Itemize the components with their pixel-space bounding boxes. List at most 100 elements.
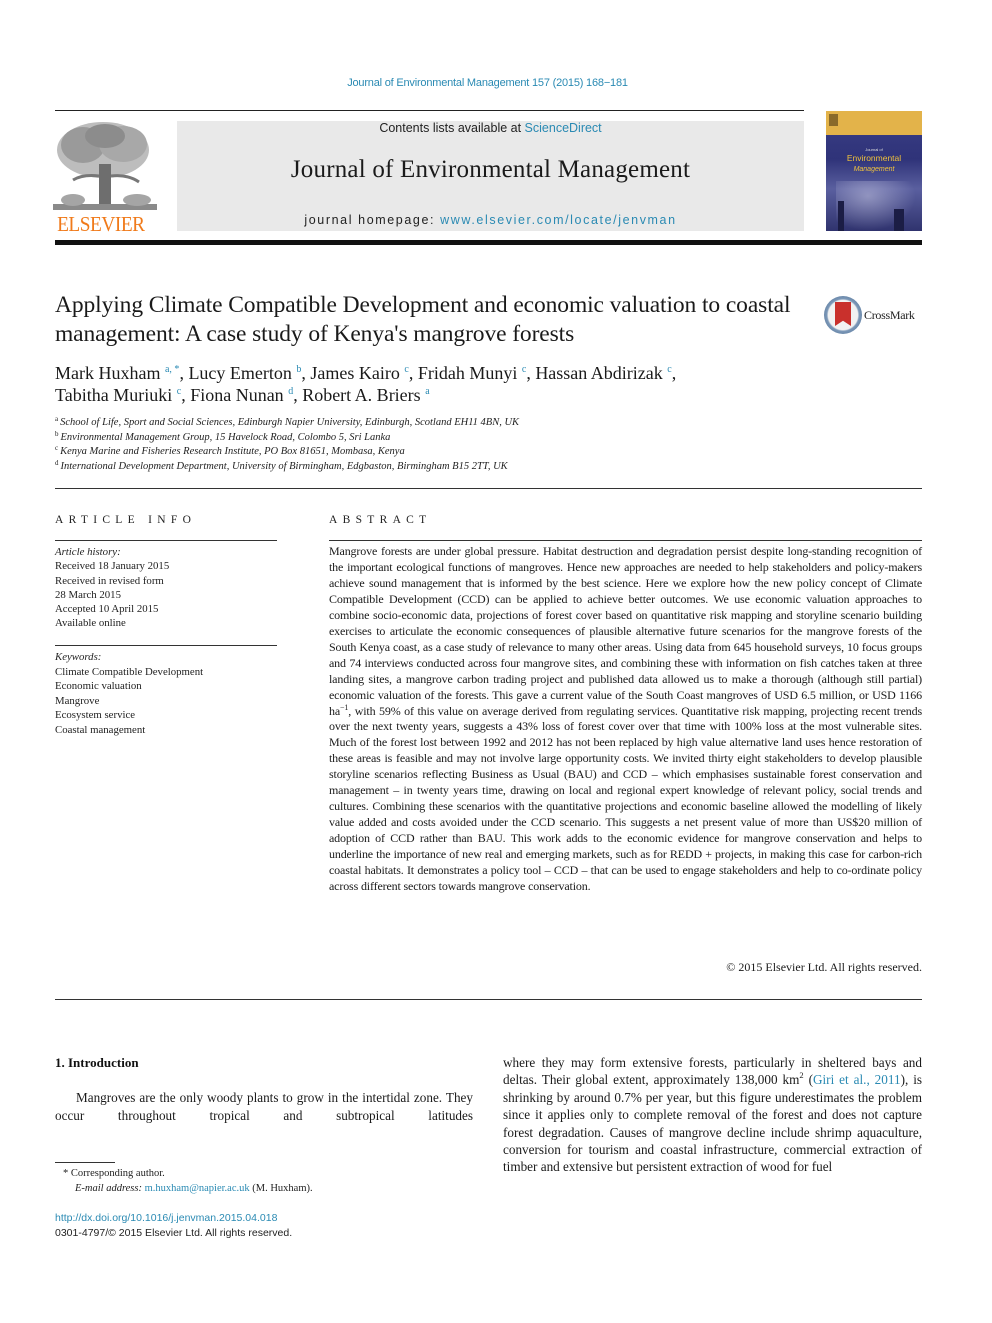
author-affiliation-marker[interactable]: a, * — [165, 364, 179, 375]
issn-copyright: 0301-4797/© 2015 Elsevier Ltd. All right… — [55, 1227, 293, 1239]
footnote-rule — [55, 1162, 115, 1163]
elsevier-tree-icon — [53, 120, 157, 212]
cover-title: Journal of Environmental Management — [826, 147, 922, 175]
author-name[interactable]: Mark Huxham — [55, 363, 160, 383]
abstract-text: Mangrove forests are under global pressu… — [329, 544, 922, 895]
affiliation-text: School of Life, Sport and Social Science… — [60, 417, 520, 428]
abstract-heading: ABSTRACT — [329, 514, 432, 526]
author-name[interactable]: Hassan Abdirizak — [535, 363, 662, 383]
keyword: Mangrove — [55, 694, 100, 707]
keyword: Ecosystem service — [55, 709, 136, 721]
keywords-label: Keywords: — [55, 651, 102, 663]
affiliation: a School of Life, Sport and Social Scienc… — [55, 416, 755, 431]
abstract-copyright: © 2015 Elsevier Ltd. All rights reserved… — [726, 960, 922, 974]
homepage-link[interactable]: www.elsevier.com/locate/jenvman — [440, 213, 676, 227]
email-label: E-mail address: — [75, 1183, 145, 1194]
author-name[interactable]: James Kairo — [310, 363, 399, 383]
affiliation: c Kenya Marine and Fisheries Research Ins… — [55, 445, 755, 460]
crossmark-label: CrossMark — [864, 308, 915, 322]
footnotes: * Corresponding author. E-mail address: … — [55, 1166, 475, 1196]
introduction-right-column: where they may form extensive forests, p… — [503, 1054, 922, 1176]
history-item: Received in revised form — [55, 574, 164, 587]
author-name[interactable]: Fiona Nunan — [190, 385, 284, 405]
homepage-prefix: journal homepage: — [304, 213, 441, 227]
affiliation-list: a School of Life, Sport and Social Scienc… — [55, 416, 755, 474]
header-top-rule — [55, 110, 804, 111]
cover-chimney-graphic — [838, 201, 844, 231]
author[interactable]: James Kairo c — [310, 363, 408, 383]
introduction-text-part: ( — [803, 1072, 813, 1088]
introduction-paragraph: Mangroves are the only woody plants to g… — [55, 1090, 473, 1123]
email-suffix: (M. Huxham). — [249, 1183, 313, 1194]
cover-band — [826, 111, 922, 135]
cover-smoke-graphic — [836, 181, 916, 231]
history-item: Accepted 10 April 2015 — [55, 603, 159, 616]
affiliation-key: d — [55, 458, 59, 467]
author[interactable]: Robert A. Briers a — [302, 385, 429, 405]
author-separator: , — [408, 363, 418, 383]
affiliation-text: International Development Department, Un… — [60, 460, 508, 472]
email-note: E-mail address: m.huxham@napier.ac.uk (M… — [55, 1181, 475, 1196]
affiliation-key: c — [55, 444, 59, 452]
contents-line: Contents lists available at ScienceDirec… — [177, 121, 804, 135]
author-separator: , — [181, 385, 191, 405]
cover-title-text: Environmental — [846, 153, 902, 163]
section-heading-introduction: 1. Introduction — [55, 1055, 139, 1070]
abstract-rule — [329, 540, 922, 541]
author[interactable]: Hassan Abdirizak c — [535, 363, 671, 383]
author-name[interactable]: Robert A. Briers — [302, 385, 421, 405]
journal-cover-image[interactable]: Journal of Environmental Management — [826, 111, 922, 231]
elsevier-logo[interactable]: ELSEVIER — [53, 120, 157, 236]
history-item: 28 March 2015 — [55, 588, 121, 601]
journal-citation-link[interactable]: Journal of Environmental Management 157 … — [0, 77, 975, 89]
doi-link[interactable]: http://dx.doi.org/10.1016/j.jenvman.2015… — [55, 1211, 475, 1226]
elsevier-wordmark: ELSEVIER — [57, 212, 145, 236]
article-info-rule — [55, 540, 277, 541]
abstract-bottom-rule — [55, 999, 922, 1000]
author-name[interactable]: Lucy Emerton — [188, 363, 291, 383]
section-divider — [55, 488, 922, 489]
keyword: Economic valuation — [55, 680, 142, 692]
crossmark-button[interactable]: CrossMark — [824, 296, 924, 336]
history-label: Article history: — [55, 546, 121, 558]
affiliation: d International Development Department, U… — [55, 458, 755, 475]
contents-prefix: Contents lists available at — [379, 121, 525, 135]
author-affiliation-marker[interactable]: a — [425, 386, 429, 397]
cover-publisher-icon — [829, 114, 838, 126]
history-item: Available online — [55, 617, 126, 630]
journal-title: Journal of Environmental Management — [290, 156, 691, 183]
introduction-text-part: ), is shrinking by around 0.7% per year,… — [503, 1072, 922, 1175]
history-item: Received 18 January 2015 — [55, 560, 170, 573]
abstract-text-part: Mangrove forests are under global pressu… — [329, 544, 922, 718]
author-name[interactable]: Fridah Munyi — [418, 363, 518, 383]
author-separator: , — [526, 363, 536, 383]
introduction-left-column: Mangroves are the only woody plants to g… — [55, 1089, 473, 1124]
author-name[interactable]: Tabitha Muriuki — [55, 385, 172, 405]
homepage-line: journal homepage: www.elsevier.com/locat… — [177, 213, 804, 227]
author-separator: , — [293, 385, 303, 405]
keyword: Climate Compatible Development — [55, 665, 204, 678]
affiliation-key: a — [55, 415, 59, 423]
header-bottom-rule — [55, 240, 922, 245]
sciencedirect-link[interactable]: ScienceDirect — [525, 121, 602, 135]
author[interactable]: Tabitha Muriuki c — [55, 385, 181, 405]
citation-link[interactable]: Giri et al., 2011 — [813, 1072, 901, 1087]
keywords: Keywords: Climate Compatible Development… — [55, 650, 277, 737]
journal-masthead: Contents lists available at ScienceDirec… — [177, 121, 804, 231]
cover-subtitle-text: Management — [853, 166, 895, 173]
affiliation-text: Kenya Marine and Fisheries Research Inst… — [60, 446, 405, 457]
author[interactable]: Fiona Nunan d — [190, 385, 293, 405]
cover-building-graphic — [894, 209, 904, 231]
keywords-rule — [55, 645, 277, 646]
author-separator: , — [671, 363, 677, 383]
doi-block: http://dx.doi.org/10.1016/j.jenvman.2015… — [55, 1211, 475, 1241]
affiliation: b Environmental Management Group, 15 Have… — [55, 430, 755, 446]
author[interactable]: Fridah Munyi c — [418, 363, 526, 383]
author[interactable]: Mark Huxham a, * — [55, 363, 179, 383]
article-history: Article history: Received 18 January 201… — [55, 545, 277, 631]
article-title: Applying Climate Compatible Development … — [55, 292, 791, 347]
author-list: Mark Huxham a, *, Lucy Emerton b, James … — [55, 362, 815, 406]
affiliation-text: Environmental Management Group, 15 Havel… — [60, 431, 391, 443]
author[interactable]: Lucy Emerton b — [188, 363, 301, 383]
email-link[interactable]: m.huxham@napier.ac.uk — [145, 1183, 250, 1194]
